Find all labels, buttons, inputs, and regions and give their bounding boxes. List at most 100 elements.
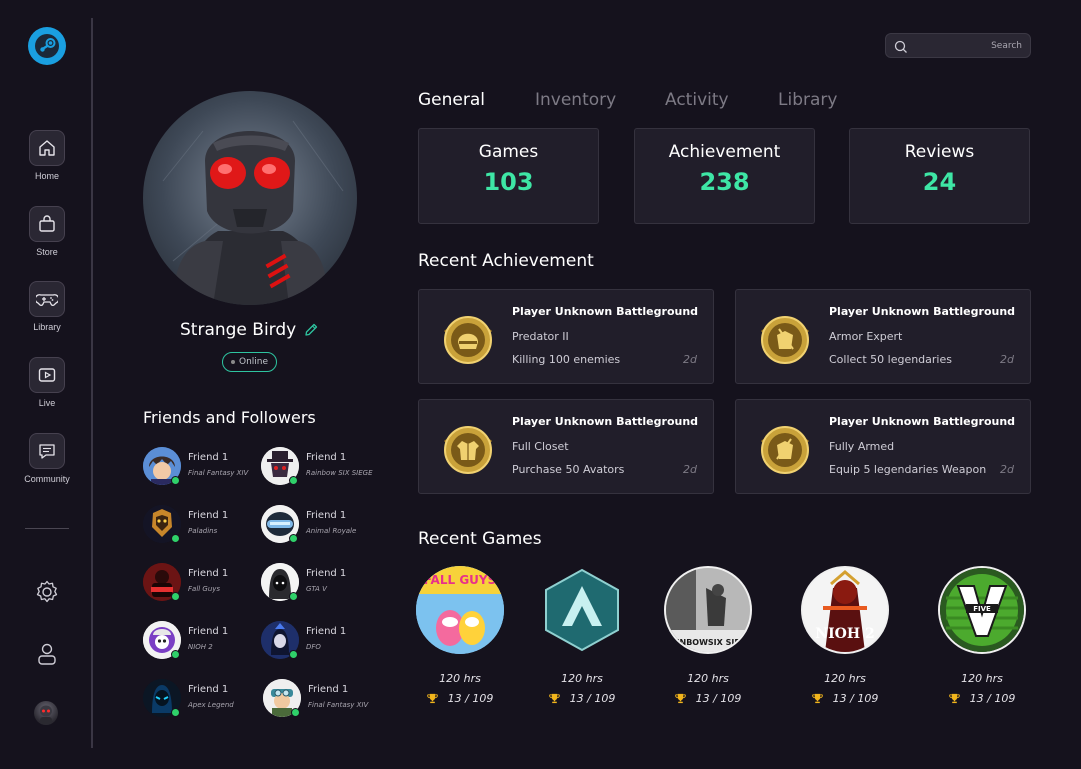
gear-icon[interactable] — [33, 578, 61, 606]
sidebar-item-label: Store — [36, 247, 58, 257]
stat-value: 24 — [922, 168, 957, 196]
online-indicator — [289, 650, 298, 659]
stat-card-reviews[interactable]: Reviews 24 — [849, 128, 1030, 224]
friend-item[interactable]: Friend 1 NIOH 2 — [143, 621, 261, 661]
online-indicator — [171, 708, 180, 717]
sidebar-item-store[interactable]: Store — [14, 206, 80, 257]
profile-name: Strange Birdy — [180, 320, 297, 340]
recent-achievement-title: Recent Achievement — [418, 251, 594, 271]
sidebar-separator — [25, 528, 69, 529]
game-item[interactable]: 120 hrs 13 / 109 — [527, 566, 637, 705]
medal-helmet-icon — [438, 309, 498, 369]
achievement-name: Full Closet — [512, 440, 569, 453]
medal-armor-icon — [755, 309, 815, 369]
game-achievements: 13 / 109 — [653, 692, 763, 705]
game-achievement-count: 13 / 109 — [569, 692, 616, 705]
stat-card-achievement[interactable]: Achievement 238 — [634, 128, 815, 224]
friend-name: Friend 1 — [188, 626, 229, 637]
stat-label: Achievement — [668, 142, 781, 162]
sidebar-item-library[interactable]: Library — [14, 281, 80, 332]
friend-item[interactable]: Friend 1 GTA V — [261, 563, 379, 603]
friend-item[interactable]: Friend 1 Apex Legend — [143, 679, 261, 719]
friend-game: Paladins — [188, 527, 218, 535]
shopping-bag-icon — [29, 206, 65, 242]
friend-game: Fall Guys — [188, 585, 221, 593]
svg-text:FIVE: FIVE — [973, 605, 991, 613]
achievement-name: Predator II — [512, 330, 569, 343]
steam-logo-icon[interactable] — [28, 27, 66, 65]
game-icon-fall-guys: FALL GUYS — [416, 566, 504, 654]
game-achievements: 13 / 109 — [790, 692, 900, 705]
user-icon[interactable] — [33, 640, 61, 668]
svg-text:NIOH 2: NIOH 2 — [815, 626, 874, 642]
stat-label: Reviews — [904, 142, 975, 162]
game-item[interactable]: FALL GUYS 120 hrs 13 / 109 — [405, 566, 515, 705]
achievement-time: 2d — [683, 463, 697, 476]
friend-game: NIOH 2 — [188, 643, 213, 651]
friend-name: Friend 1 — [308, 684, 349, 695]
sidebar-item-label: Community — [24, 474, 70, 484]
game-achievements: 13 / 109 — [405, 692, 515, 705]
tab-activity[interactable]: Activity — [665, 90, 729, 110]
sidebar-item-home[interactable]: Home — [14, 130, 80, 181]
stat-value: 238 — [699, 168, 750, 196]
edit-icon[interactable] — [303, 322, 319, 338]
online-indicator — [171, 476, 180, 485]
achievement-game: Player Unknown Battleground — [512, 415, 699, 428]
game-achievement-count: 13 / 109 — [832, 692, 879, 705]
friend-item[interactable]: Friend 1 Final Fantasy XIV — [143, 447, 261, 487]
friend-item[interactable]: Friend 1 Rainbow SIX SIEGE — [261, 447, 379, 487]
medal-weapon-icon — [755, 419, 815, 479]
sidebar-item-live[interactable]: Live — [14, 357, 80, 408]
home-icon — [29, 130, 65, 166]
friend-name: Friend 1 — [188, 568, 229, 579]
game-item[interactable]: NIOH 2 120 hrs 13 / 109 — [790, 566, 900, 705]
online-indicator — [289, 534, 298, 543]
game-hours: 120 hrs — [561, 672, 603, 685]
online-indicator — [289, 476, 298, 485]
online-indicator — [291, 708, 300, 717]
friend-item[interactable]: Friend 1 Final Fantasy XIV — [263, 679, 381, 719]
game-item[interactable]: RAINBOWSIX SIEGE 120 hrs 13 / 109 — [653, 566, 763, 705]
status-dot-icon — [230, 360, 235, 364]
friend-game: Final Fantasy XIV — [308, 701, 369, 709]
tab-library[interactable]: Library — [778, 90, 837, 110]
game-achievement-count: 13 / 109 — [969, 692, 1016, 705]
sidebar-item-community[interactable]: Community — [14, 433, 80, 484]
friend-game: Apex Legend — [188, 701, 234, 709]
friend-name: Friend 1 — [306, 626, 347, 637]
search-input[interactable]: Search — [885, 33, 1031, 58]
achievement-card[interactable]: Player Unknown Battleground Fully Armed … — [735, 399, 1031, 494]
friend-item[interactable]: Friend 1 Fall Guys — [143, 563, 261, 603]
achievement-card[interactable]: Player Unknown Battleground Armor Expert… — [735, 289, 1031, 384]
achievement-game: Player Unknown Battleground — [512, 305, 699, 318]
avatar[interactable] — [34, 701, 58, 725]
tab-inventory[interactable]: Inventory — [535, 90, 616, 110]
search-placeholder: Search — [991, 41, 1022, 51]
friend-name: Friend 1 — [306, 568, 347, 579]
status-text: Online — [238, 357, 269, 367]
trophy-icon — [426, 693, 438, 704]
online-indicator — [171, 650, 180, 659]
online-indicator — [289, 592, 298, 601]
achievement-time: 2d — [1000, 463, 1014, 476]
game-item[interactable]: FIVE 120 hrs 13 / 109 — [927, 566, 1037, 705]
trophy-icon — [548, 693, 560, 704]
achievement-card[interactable]: Player Unknown Battleground Predator II … — [418, 289, 714, 384]
tab-general[interactable]: General — [418, 90, 485, 110]
friend-item[interactable]: Friend 1 DFO — [261, 621, 379, 661]
achievement-game: Player Unknown Battleground — [829, 305, 1016, 318]
svg-text:FALL GUYS: FALL GUYS — [424, 573, 497, 587]
achievement-name: Fully Armed — [829, 440, 895, 453]
sidebar-item-label: Live — [38, 398, 56, 408]
game-achievement-count: 13 / 109 — [447, 692, 494, 705]
friend-game: Rainbow SIX SIEGE — [306, 469, 373, 477]
friend-item[interactable]: Friend 1 Animal Royale — [261, 505, 379, 545]
friend-item[interactable]: Friend 1 Paladins — [143, 505, 261, 545]
game-achievements: 13 / 109 — [527, 692, 637, 705]
achievement-desc: Killing 100 enemies — [512, 353, 621, 366]
achievement-card[interactable]: Player Unknown Battleground Full Closet … — [418, 399, 714, 494]
friend-name: Friend 1 — [188, 684, 229, 695]
stat-card-games[interactable]: Games 103 — [418, 128, 599, 224]
friends-title: Friends and Followers — [143, 408, 316, 427]
